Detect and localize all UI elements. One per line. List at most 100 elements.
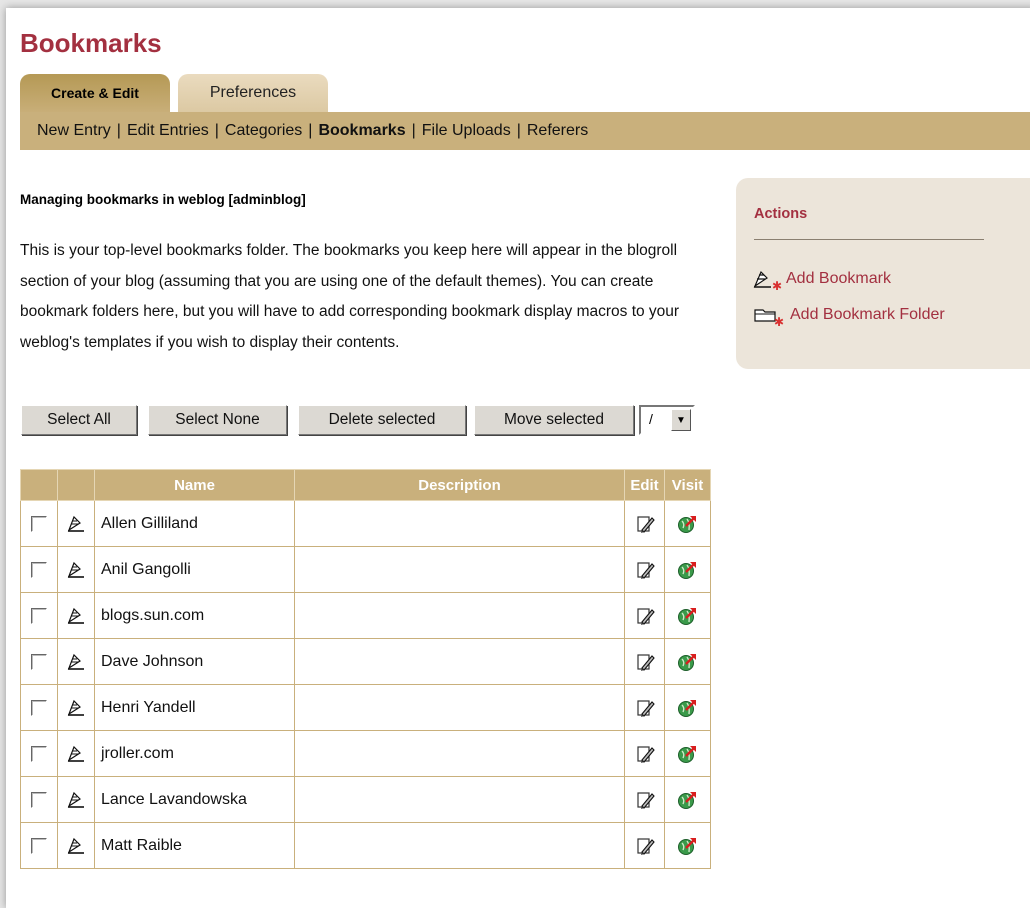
nav-separator: | bbox=[308, 122, 313, 139]
table-row: jroller.com bbox=[20, 730, 711, 777]
row-edit-cell bbox=[624, 500, 665, 547]
chevron-down-icon[interactable]: ▼ bbox=[671, 409, 691, 431]
row-visit-cell bbox=[664, 546, 711, 593]
intro-text: This is your top-level bookmarks folder.… bbox=[20, 242, 680, 351]
row-visit-cell bbox=[664, 592, 711, 639]
table-row: Anil Gangolli bbox=[20, 546, 711, 593]
row-visit-cell bbox=[664, 638, 711, 685]
bookmark-name[interactable]: Matt Raible bbox=[94, 822, 295, 869]
visit-icon[interactable] bbox=[677, 559, 699, 581]
bookmark-name[interactable]: Allen Gilliland bbox=[94, 500, 295, 547]
row-select-cell bbox=[20, 684, 58, 731]
bookmark-description bbox=[294, 592, 625, 639]
edit-icon[interactable] bbox=[635, 836, 655, 856]
row-visit-cell bbox=[664, 776, 711, 823]
section-heading: Managing bookmarks in weblog [adminblog] bbox=[20, 192, 306, 207]
actions-panel: Actions ✱ Add Bookmark ✱ Add Bookmark Fo… bbox=[736, 178, 1030, 369]
bookmark-description bbox=[294, 684, 625, 731]
bookmark-name[interactable]: Lance Lavandowska bbox=[94, 776, 295, 823]
visit-icon[interactable] bbox=[677, 651, 699, 673]
row-checkbox[interactable] bbox=[31, 791, 47, 808]
row-checkbox[interactable] bbox=[31, 837, 47, 854]
row-type-cell bbox=[57, 638, 95, 685]
visit-icon[interactable] bbox=[677, 697, 699, 719]
edit-icon[interactable] bbox=[635, 560, 655, 580]
nav-new-entry[interactable]: New Entry bbox=[37, 122, 111, 140]
tab-preferences[interactable]: Preferences bbox=[178, 74, 328, 112]
nav-referers[interactable]: Referers bbox=[527, 122, 588, 140]
bookmark-name[interactable]: Henri Yandell bbox=[94, 684, 295, 731]
nav-edit-entries[interactable]: Edit Entries bbox=[127, 122, 209, 140]
nav-separator: | bbox=[214, 122, 219, 139]
row-checkbox[interactable] bbox=[31, 607, 47, 624]
edit-icon[interactable] bbox=[635, 606, 655, 626]
page: Bookmarks Create & Edit Preferences New … bbox=[6, 8, 1030, 908]
table-header-row: Name Description Edit Visit bbox=[20, 469, 711, 501]
edit-icon[interactable] bbox=[635, 514, 655, 534]
row-checkbox[interactable] bbox=[31, 699, 47, 716]
row-select-cell bbox=[20, 822, 58, 869]
bookmark-icon bbox=[67, 837, 84, 854]
bookmark-description bbox=[294, 500, 625, 547]
row-visit-cell bbox=[664, 730, 711, 777]
row-type-cell bbox=[57, 776, 95, 823]
row-edit-cell bbox=[624, 822, 665, 869]
tab-create-edit[interactable]: Create & Edit bbox=[20, 74, 170, 112]
visit-icon[interactable] bbox=[677, 789, 699, 811]
divider bbox=[754, 239, 984, 240]
select-none-button[interactable]: Select None bbox=[148, 405, 287, 435]
header-type bbox=[57, 469, 95, 501]
header-description: Description bbox=[294, 469, 625, 501]
nav-categories[interactable]: Categories bbox=[225, 122, 302, 140]
row-checkbox[interactable] bbox=[31, 653, 47, 670]
bookmark-description bbox=[294, 730, 625, 777]
nav-separator: | bbox=[411, 122, 416, 139]
actions-title: Actions bbox=[754, 206, 808, 222]
nav-separator: | bbox=[516, 122, 521, 139]
row-edit-cell bbox=[624, 546, 665, 593]
nav-bookmarks[interactable]: Bookmarks bbox=[318, 122, 405, 140]
row-edit-cell bbox=[624, 730, 665, 777]
bookmark-description bbox=[294, 822, 625, 869]
row-checkbox[interactable] bbox=[31, 515, 47, 532]
bookmark-name[interactable]: Dave Johnson bbox=[94, 638, 295, 685]
delete-selected-button[interactable]: Delete selected bbox=[298, 405, 466, 435]
add-bookmark-folder-link[interactable]: ✱ Add Bookmark Folder bbox=[752, 303, 945, 327]
svg-text:✱: ✱ bbox=[772, 279, 782, 291]
row-edit-cell bbox=[624, 684, 665, 731]
table-row: blogs.sun.com bbox=[20, 592, 711, 639]
edit-icon[interactable] bbox=[635, 652, 655, 672]
visit-icon[interactable] bbox=[677, 605, 699, 627]
bookmark-name[interactable]: jroller.com bbox=[94, 730, 295, 777]
folder-select-value: / bbox=[649, 411, 653, 427]
visit-icon[interactable] bbox=[677, 835, 699, 857]
row-edit-cell bbox=[624, 592, 665, 639]
bookmark-name[interactable]: Anil Gangolli bbox=[94, 546, 295, 593]
row-checkbox[interactable] bbox=[31, 561, 47, 578]
folder-select[interactable]: / ▼ bbox=[639, 405, 695, 435]
bookmark-name[interactable]: blogs.sun.com bbox=[94, 592, 295, 639]
row-select-cell bbox=[20, 776, 58, 823]
visit-icon[interactable] bbox=[677, 743, 699, 765]
edit-icon[interactable] bbox=[635, 790, 655, 810]
edit-icon[interactable] bbox=[635, 744, 655, 764]
bookmark-icon bbox=[67, 515, 84, 532]
row-select-cell bbox=[20, 730, 58, 777]
bookmark-icon bbox=[67, 561, 84, 578]
table-row: Henri Yandell bbox=[20, 684, 711, 731]
visit-icon[interactable] bbox=[677, 513, 699, 535]
select-all-button[interactable]: Select All bbox=[21, 405, 137, 435]
edit-icon[interactable] bbox=[635, 698, 655, 718]
row-select-cell bbox=[20, 592, 58, 639]
nav-file-uploads[interactable]: File Uploads bbox=[422, 122, 511, 140]
row-edit-cell bbox=[624, 776, 665, 823]
move-selected-button[interactable]: Move selected bbox=[474, 405, 634, 435]
row-type-cell bbox=[57, 500, 95, 547]
header-select bbox=[20, 469, 58, 501]
add-bookmark-link[interactable]: ✱ Add Bookmark bbox=[752, 267, 891, 291]
table-row: Dave Johnson bbox=[20, 638, 711, 685]
bookmarks-table: Name Description Edit Visit Allen Gillil… bbox=[20, 469, 711, 869]
row-visit-cell bbox=[664, 822, 711, 869]
row-checkbox[interactable] bbox=[31, 745, 47, 762]
header-name[interactable]: Name bbox=[94, 469, 295, 501]
